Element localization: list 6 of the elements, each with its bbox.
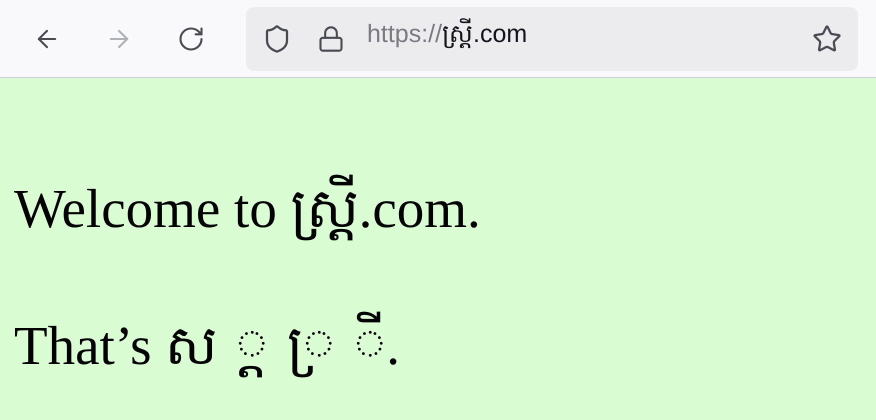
reload-icon: [177, 24, 205, 52]
url-scheme: https://: [367, 18, 442, 50]
url-host: ស្ត្រី.com: [442, 17, 528, 50]
address-bar[interactable]: https://ស្ត្រី.com: [246, 6, 858, 70]
lock-icon: [317, 24, 345, 52]
star-icon[interactable]: [812, 24, 842, 54]
